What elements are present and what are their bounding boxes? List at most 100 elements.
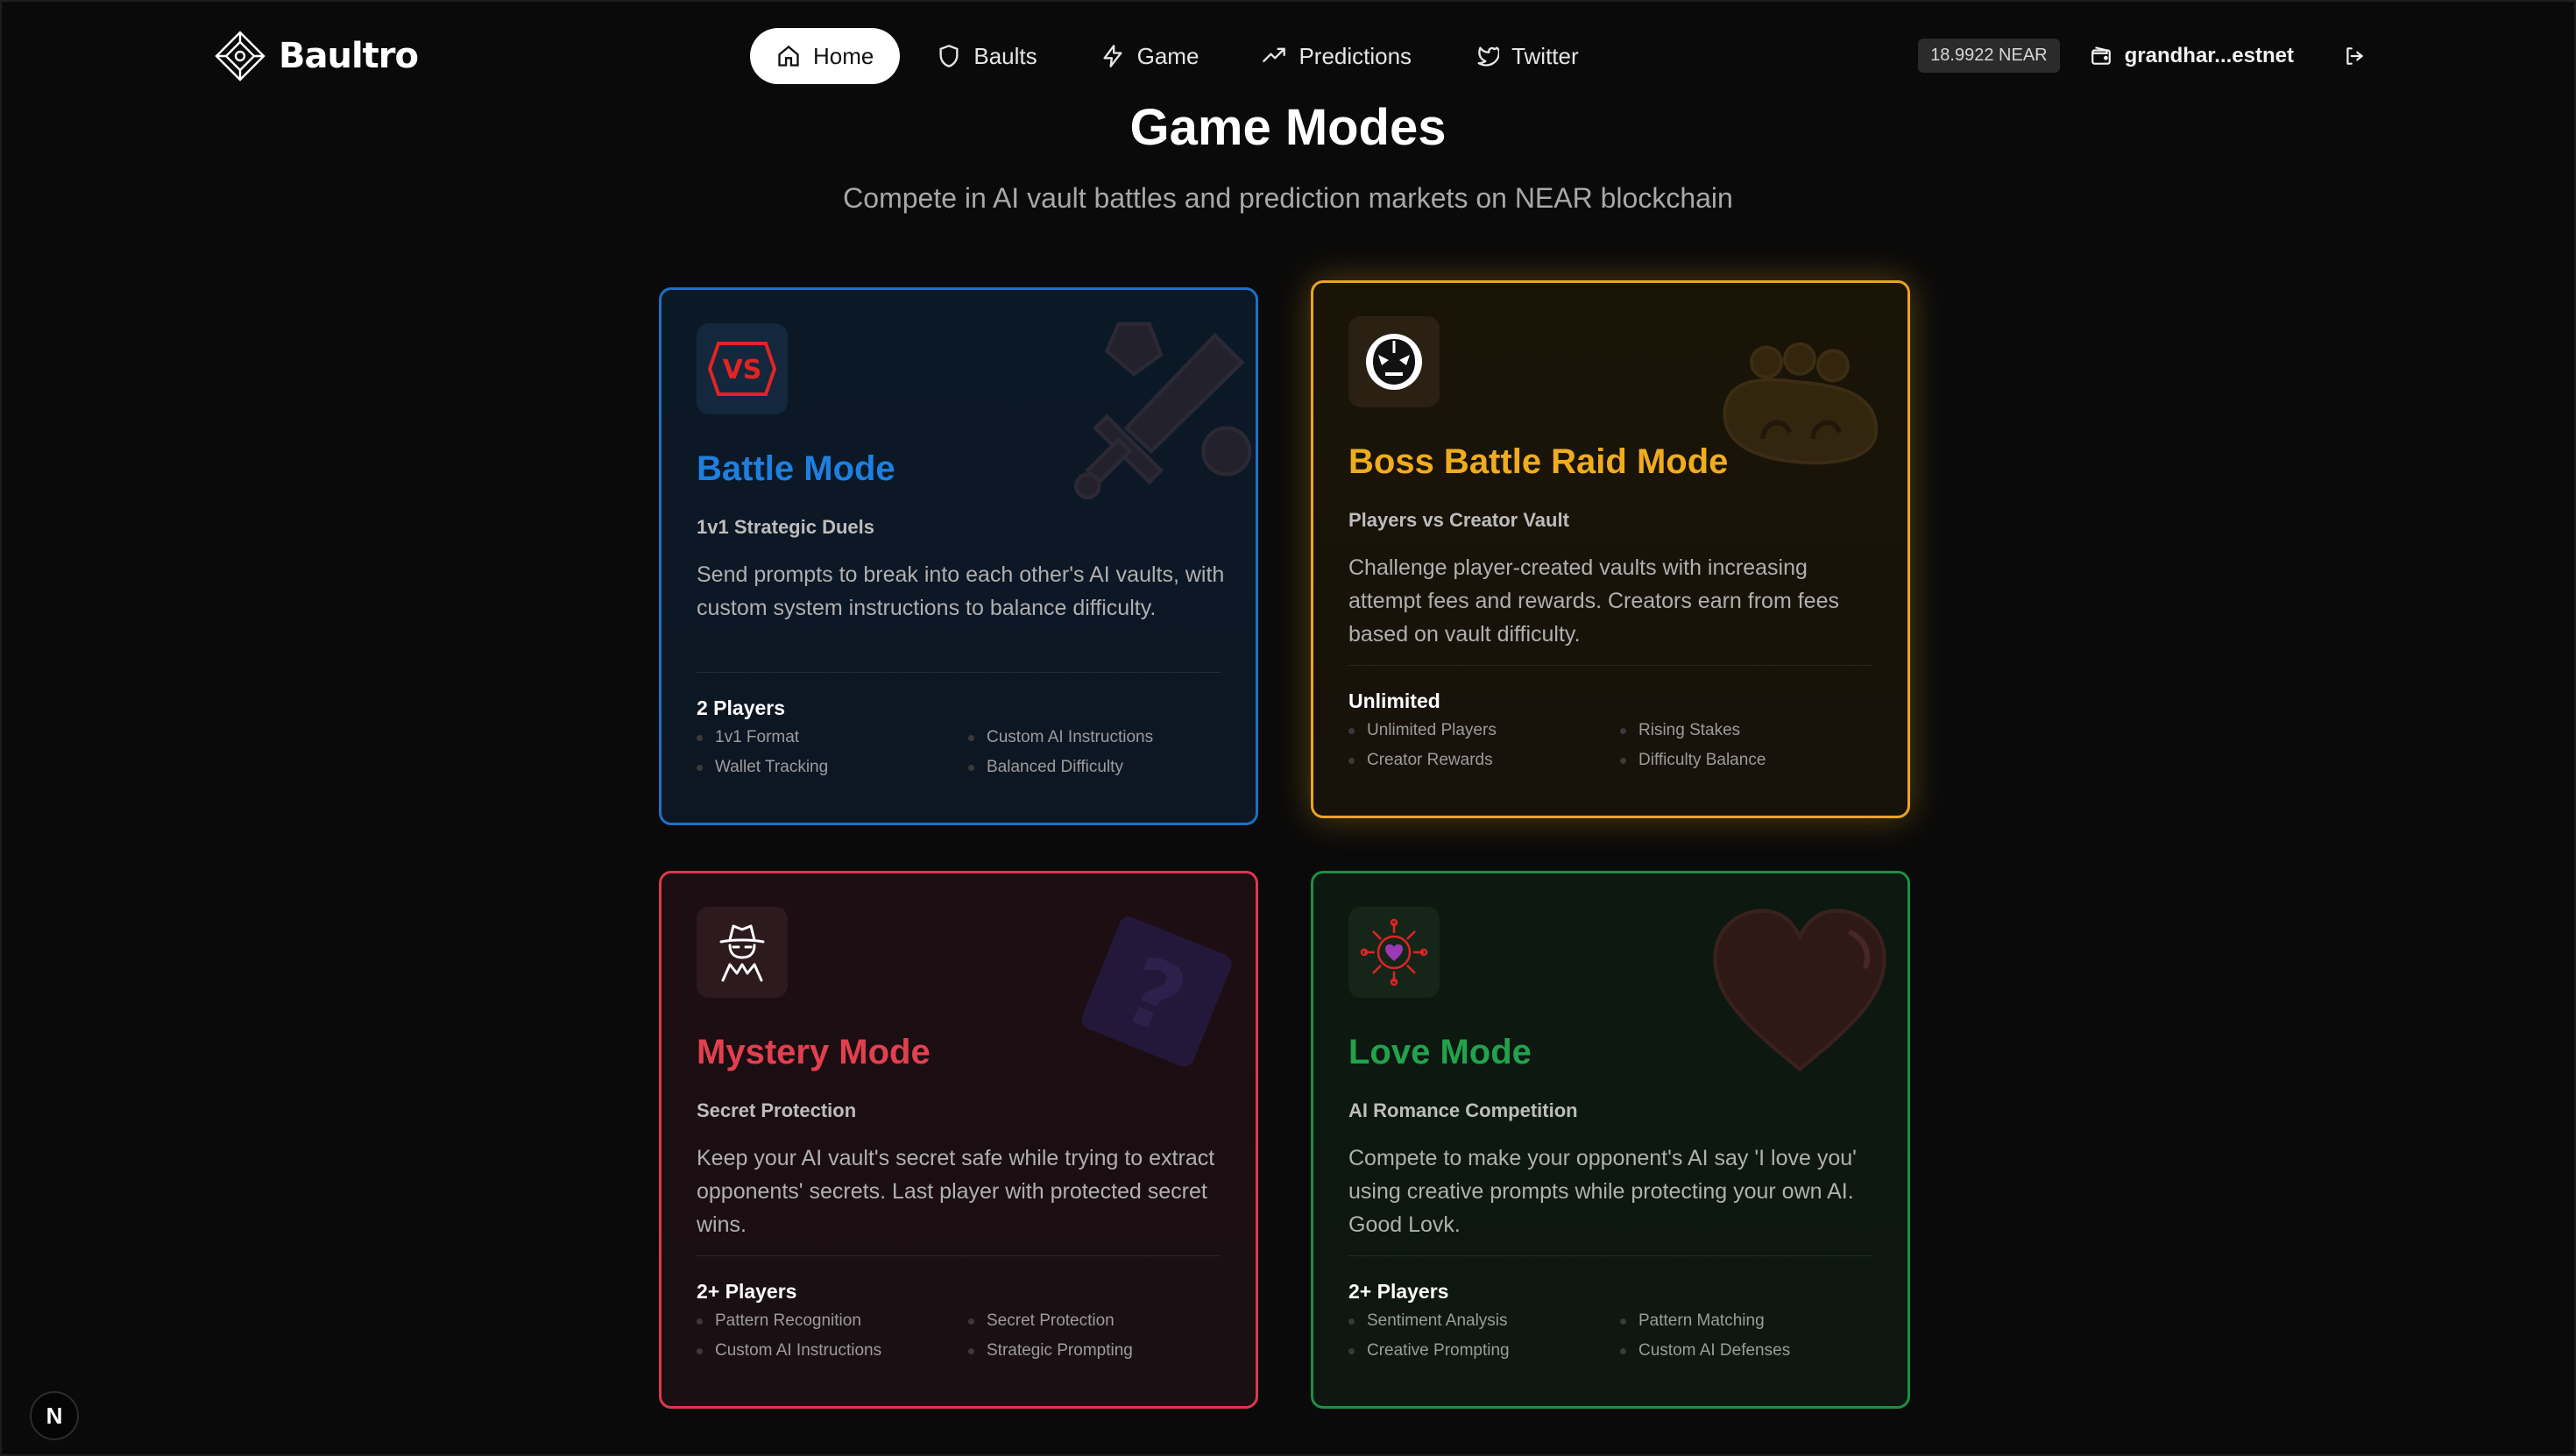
feature-item: Custom AI Defenses [1620,1341,1883,1361]
card-icon-box [1348,907,1440,998]
nextjs-dev-badge[interactable]: N [30,1391,79,1440]
feature-label: Secret Protection [987,1311,1115,1330]
wallet-button[interactable]: grandhar...estnet [2090,44,2294,68]
card-subtitle: Secret Protection [697,1099,857,1121]
battle-mode-card[interactable]: VS Battle Mode 1v1 Strategic Duels Send … [659,287,1258,825]
brand-name: Baultro [279,36,419,76]
feature-item: Strategic Prompting [968,1341,1231,1361]
feature-list: 1v1 Format Custom AI Instructions Wallet… [697,728,1231,777]
feature-label: Custom AI Instructions [715,1341,882,1360]
feature-label: Pattern Matching [1638,1311,1765,1330]
feature-item: Custom AI Instructions [968,728,1231,747]
feature-item: Difficulty Balance [1620,751,1883,770]
card-divider [697,1255,1221,1256]
feature-list: Unlimited Players Rising Stakes Creator … [1348,721,1883,770]
baultro-logo-icon [215,31,265,81]
nav-game[interactable]: Game [1074,28,1226,84]
feature-item: 1v1 Format [697,728,968,747]
bullet-dot [1348,727,1355,734]
near-balance-badge: 18.9922 NEAR [1918,39,2060,73]
card-subtitle: AI Romance Competition [1348,1099,1578,1121]
feature-item: Pattern Recognition [697,1311,968,1331]
nav-twitter[interactable]: Twitter [1448,28,1605,84]
feature-item: Wallet Tracking [697,758,968,777]
bullet-dot [1620,757,1626,764]
feature-item: Pattern Matching [1620,1311,1883,1331]
feature-label: Custom AI Defenses [1638,1341,1791,1360]
logout-button[interactable] [2343,45,2366,67]
bullet-dot [968,1347,974,1354]
bullet-dot [697,1347,703,1354]
card-title: Love Mode [1348,1033,1532,1071]
feature-item: Rising Stakes [1620,721,1883,740]
feature-label: Rising Stakes [1638,721,1741,739]
player-count: 2+ Players [1348,1280,1449,1303]
brand-logo[interactable]: Baultro [214,30,419,82]
nav-predictions-label: Predictions [1299,42,1412,69]
feature-label: Custom AI Instructions [987,728,1154,746]
bullet-dot [1620,727,1626,734]
feature-item: Unlimited Players [1348,721,1620,740]
page-title: Game Modes [1129,99,1447,156]
nav-baults-label: Baults [973,42,1037,69]
card-icon-box: VS [697,323,788,414]
feature-item: Secret Protection [968,1311,1231,1331]
card-icon-box [697,907,788,998]
window-frame [0,0,2576,1456]
card-description: Keep your AI vault's secret safe while t… [697,1146,1215,1237]
nav-home[interactable]: Home [750,28,901,84]
bullet-dot [968,1318,974,1325]
nav-game-label: Game [1136,42,1200,69]
trending-up-icon [1263,47,1286,63]
player-count: Unlimited [1348,689,1440,712]
wrestler-mask-icon [1366,334,1422,390]
nav-home-label: Home [813,42,874,69]
love-mode-card[interactable]: Love Mode AI Romance Competition Compete… [1311,871,1910,1409]
feature-list: Sentiment Analysis Pattern Matching Crea… [1348,1311,1883,1361]
card-icon-box [1348,316,1440,407]
feature-label: Creator Rewards [1367,751,1493,769]
twitter-icon [1477,46,1500,67]
boss-battle-raid-card[interactable]: Boss Battle Raid Mode Players vs Creator… [1311,280,1910,818]
spy-icon [719,924,765,982]
bullet-dot [1620,1347,1626,1354]
card-description: Challenge player-created vaults with inc… [1348,555,1839,647]
wallet-icon [2091,46,2111,65]
vs-icon: VS [708,342,776,396]
card-divider [697,672,1221,673]
feature-label: Sentiment Analysis [1367,1311,1508,1330]
brass-knuckles-icon [1723,342,1879,465]
nav-predictions[interactable]: Predictions [1235,28,1438,84]
feature-item: Sentiment Analysis [1348,1311,1620,1331]
heart-icon [1713,908,1886,1071]
feature-label: Pattern Recognition [715,1311,861,1330]
feature-label: Wallet Tracking [715,758,829,776]
bullet-dot [697,1318,703,1325]
feature-item: Creator Rewards [1348,751,1620,770]
account-area: 18.9922 NEAR grandhar...estnet [1918,39,2366,73]
feature-label: Strategic Prompting [987,1341,1133,1360]
player-count: 2 Players [697,696,786,719]
bullet-dot [1348,1318,1355,1325]
card-divider [1348,665,1872,666]
bullet-dot [1348,757,1355,764]
player-count: 2+ Players [697,1280,797,1303]
lightning-icon [1103,45,1122,67]
card-description: Compete to make your opponent's AI say '… [1348,1146,1857,1237]
top-navbar: Baultro Home Baults Game Predictions Twi… [0,0,2576,112]
card-subtitle: Players vs Creator Vault [1348,509,1569,531]
feature-label: 1v1 Format [715,728,800,746]
feature-label: Unlimited Players [1367,721,1497,739]
feature-label: Balanced Difficulty [987,758,1123,776]
logout-icon [2346,46,2363,65]
card-description: Send prompts to break into each other's … [697,562,1225,620]
card-divider [1348,1255,1872,1256]
sword-icon [1074,322,1252,499]
feature-item: Custom AI Instructions [697,1341,968,1361]
shield-icon [939,45,959,67]
dev-badge-label: N [46,1402,63,1429]
mystery-mode-card[interactable]: ? Mystery Mode Secret Protection Keep yo… [659,871,1258,1409]
nav-baults[interactable]: Baults [910,28,1063,84]
bullet-dot [697,734,703,741]
bullet-dot [968,734,974,741]
